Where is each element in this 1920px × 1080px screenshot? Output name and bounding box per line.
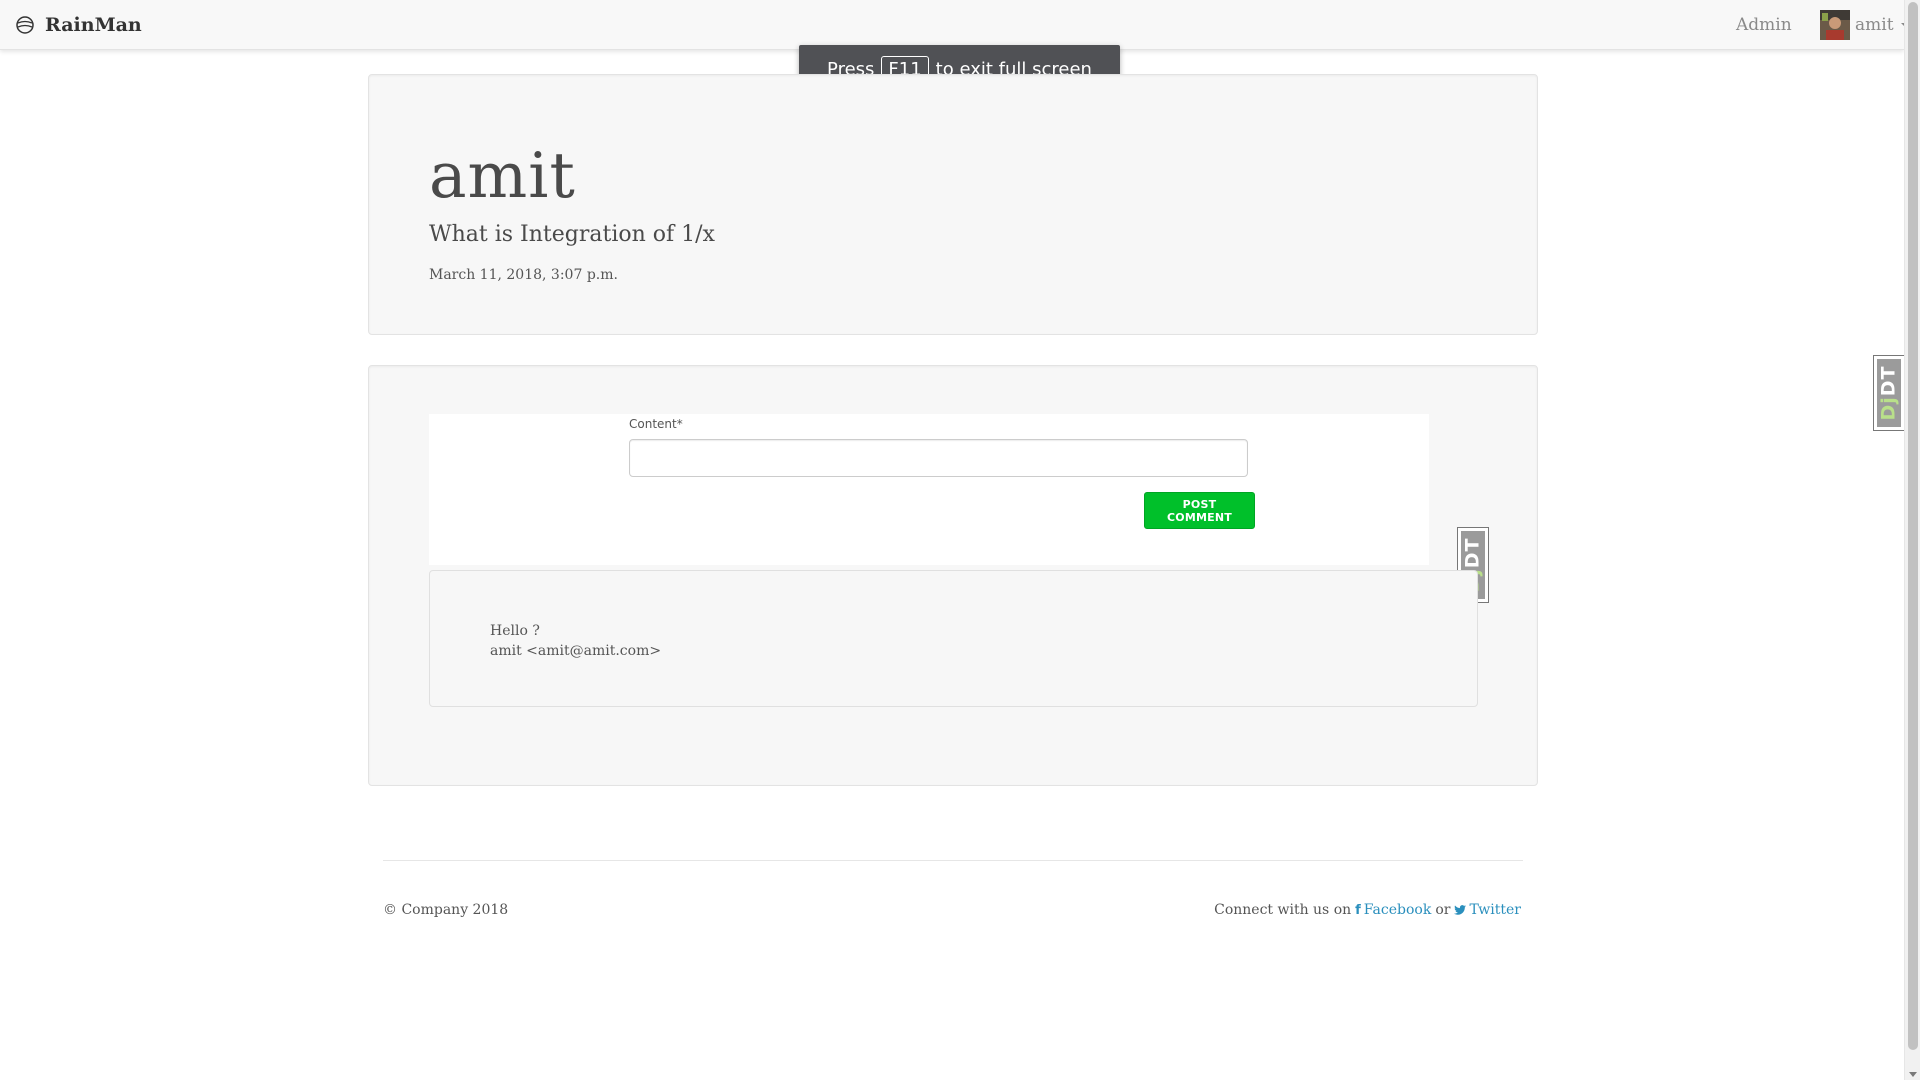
content-input[interactable] — [629, 439, 1248, 477]
navbar: RainMan Admin amit — [0, 0, 1909, 50]
debug-toolbar-side-label: DjDT — [1878, 365, 1900, 421]
comments-panel: Content* POST COMMENT DjDT Hello ? amit … — [368, 365, 1538, 786]
comment-form: Content* POST COMMENT DjDT — [429, 414, 1489, 603]
social-links: Connect with us on f Facebook or Twitter — [1214, 902, 1521, 918]
brand-name: RainMan — [45, 14, 142, 36]
twitter-label: Twitter — [1469, 902, 1521, 918]
connect-text: Connect with us on — [1214, 902, 1352, 918]
post-comment-button[interactable]: POST COMMENT — [1144, 492, 1255, 529]
post-author: amit — [429, 139, 576, 212]
post-date: March 11, 2018, 3:07 p.m. — [429, 267, 618, 283]
debug-toolbar-side-handle[interactable]: DjDT — [1873, 355, 1905, 431]
avatar — [1820, 10, 1850, 40]
user-menu[interactable]: amit — [1820, 0, 1909, 50]
brand-link[interactable]: RainMan — [15, 0, 142, 50]
facebook-link[interactable]: f Facebook — [1355, 902, 1431, 918]
twitter-link[interactable]: Twitter — [1454, 902, 1521, 918]
post-title: What is Integration of 1/x — [429, 222, 715, 247]
comment-item: Hello ? amit <amit@amit.com> — [429, 570, 1478, 707]
admin-link[interactable]: Admin — [1736, 0, 1792, 50]
user-name: amit — [1855, 15, 1894, 35]
comment-text: Hello ? — [490, 623, 540, 639]
copyright: © Company 2018 — [383, 902, 509, 918]
scrollbar-thumb[interactable] — [1908, 2, 1918, 1050]
comment-author: amit <amit@amit.com> — [490, 643, 662, 659]
page-scrollbar[interactable] — [1904, 0, 1920, 1080]
globe-icon — [16, 16, 34, 34]
post-panel: amit What is Integration of 1/x March 11… — [368, 74, 1538, 335]
debug-toolbar-side-badge: DjDT — [1877, 359, 1901, 427]
twitter-icon — [1454, 905, 1467, 915]
facebook-label: Facebook — [1363, 902, 1432, 918]
footer-divider — [383, 860, 1523, 861]
content-label: Content* — [629, 417, 683, 431]
facebook-icon: f — [1355, 902, 1361, 918]
or-text: or — [1435, 902, 1451, 918]
scroll-down-arrow-icon[interactable] — [1909, 1072, 1917, 1077]
